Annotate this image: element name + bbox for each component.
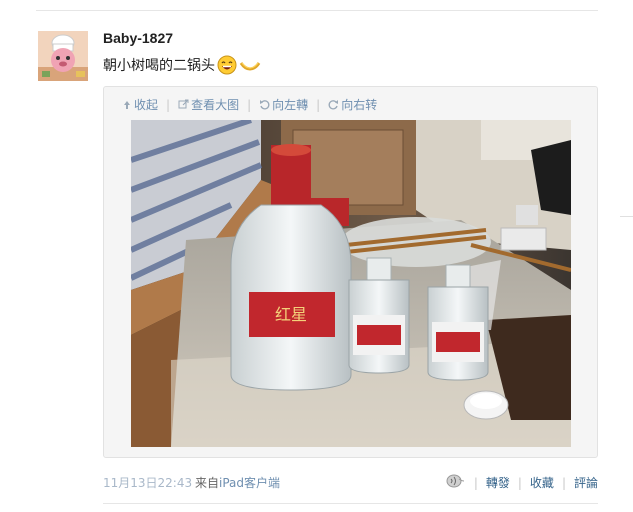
repost-button[interactable]: 轉發 — [486, 474, 510, 491]
action-separator: | — [561, 475, 566, 490]
rotate-left-label: 向左轉 — [272, 98, 309, 112]
username[interactable]: Baby-1827 — [103, 30, 173, 46]
rotate-right-button[interactable]: 向右转 — [328, 96, 377, 113]
svg-text:红星: 红星 — [275, 305, 307, 324]
post-text: 朝小树喝的二锅头 — [103, 55, 261, 75]
post-text-content: 朝小树喝的二锅头 — [103, 58, 215, 74]
source-link[interactable]: iPad客户端 — [219, 474, 280, 491]
toolbar-separator: | — [247, 97, 252, 112]
timestamp-link[interactable]: 11月13日22:43 — [103, 474, 192, 491]
voice-icon[interactable] — [446, 474, 466, 491]
rotate-right-icon — [328, 100, 339, 110]
post-photo[interactable]: 红星 — [131, 120, 571, 447]
rotate-left-button[interactable]: 向左轉 — [259, 96, 308, 113]
action-separator: | — [517, 475, 522, 490]
external-link-icon — [178, 99, 189, 109]
rotate-left-icon — [260, 100, 270, 110]
bottom-divider — [103, 503, 598, 504]
image-toolbar: 收起 | 查看大图 | 向左轉 | 向右转 — [122, 96, 377, 113]
comment-button[interactable]: 評論 — [574, 474, 598, 491]
view-large-button[interactable]: 查看大图 — [178, 96, 239, 113]
collapse-button[interactable]: 收起 — [122, 96, 158, 113]
thumbs-up-icon — [239, 55, 261, 75]
source-prefix: 来自 — [195, 476, 220, 490]
avatar[interactable] — [38, 31, 88, 81]
post-footer: 11月13日22:43 来自 iPad客户端 | 轉發 | 收藏 | 評論 — [103, 474, 598, 490]
rotate-right-label: 向右转 — [341, 98, 378, 112]
media-box: 收起 | 查看大图 | 向左轉 | 向右转 红星 — [103, 86, 598, 458]
post-actions: | 轉發 | 收藏 | 評論 — [446, 474, 598, 491]
toolbar-separator: | — [316, 97, 321, 112]
arrow-up-icon — [124, 100, 130, 109]
top-divider — [36, 10, 598, 11]
toolbar-separator: | — [166, 97, 171, 112]
action-separator: | — [473, 475, 478, 490]
side-divider — [620, 216, 633, 217]
collapse-label: 收起 — [134, 98, 159, 112]
laughing-emoji-icon — [217, 55, 237, 75]
favorite-button[interactable]: 收藏 — [530, 474, 554, 491]
view-large-label: 查看大图 — [191, 98, 240, 112]
